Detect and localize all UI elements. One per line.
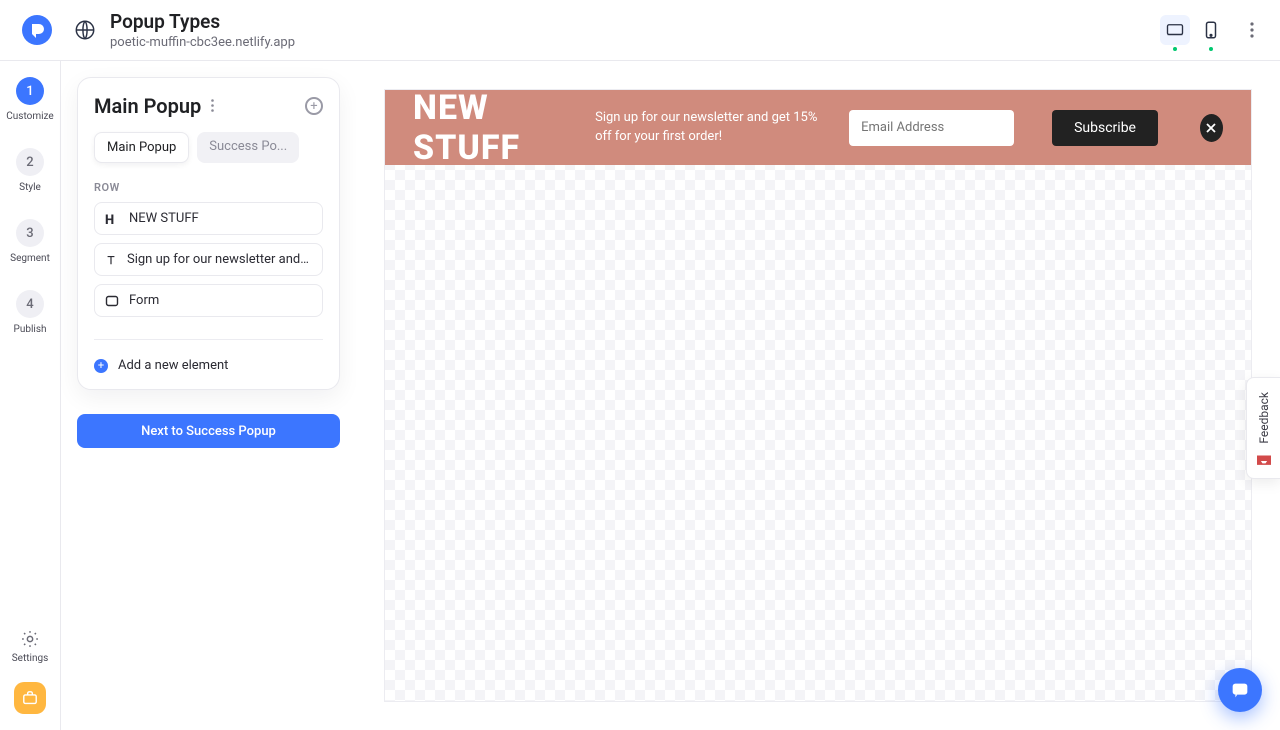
text-icon xyxy=(105,253,117,267)
site-info: Popup Types poetic-muffin-cbc3ee.netlify… xyxy=(74,10,295,50)
close-icon xyxy=(1205,122,1217,134)
email-field[interactable] xyxy=(861,120,1027,135)
logo-icon xyxy=(22,15,52,45)
device-desktop-button[interactable] xyxy=(1160,15,1190,45)
chat-button[interactable] xyxy=(1218,668,1262,712)
element-text[interactable]: Sign up for our newsletter and get 1... xyxy=(94,243,323,276)
rail-step-segment[interactable]: 3 Segment xyxy=(10,219,50,264)
desktop-icon xyxy=(1166,23,1184,37)
rail-step-customize[interactable]: 1 Customize xyxy=(6,77,53,122)
popup-banner[interactable]: NEW STUFF Sign up for our newsletter and… xyxy=(385,90,1251,165)
tab-success-popup[interactable]: Success Po... xyxy=(197,132,299,163)
left-rail: 1 Customize 2 Style 3 Segment 4 Publish … xyxy=(0,61,61,730)
settings-button[interactable]: Settings xyxy=(12,629,49,664)
plus-icon: + xyxy=(310,100,317,113)
section-label-row: ROW xyxy=(94,181,323,194)
editor-panel: Main Popup + Main Popup Success Po... RO… xyxy=(61,61,356,730)
add-element-button[interactable]: + Add a new element xyxy=(94,339,323,373)
topbar-more-button[interactable] xyxy=(1238,16,1266,44)
top-bar: Popup Types poetic-muffin-cbc3ee.netlify… xyxy=(0,0,1280,61)
form-icon xyxy=(105,294,119,308)
subscribe-button[interactable]: Subscribe xyxy=(1052,110,1158,146)
chat-icon xyxy=(1229,679,1251,701)
globe-icon xyxy=(74,19,96,41)
preview-frame: NEW STUFF Sign up for our newsletter and… xyxy=(384,89,1252,702)
next-button[interactable]: Next to Success Popup xyxy=(77,414,340,448)
popup-subtext: Sign up for our newsletter and get 15% o… xyxy=(595,109,825,145)
add-popup-button[interactable]: + xyxy=(305,97,323,115)
device-switcher xyxy=(1160,15,1266,45)
element-heading[interactable]: H NEW STUFF xyxy=(94,202,323,235)
editor-title-more[interactable] xyxy=(211,97,214,116)
rail-step-publish[interactable]: 4 Publish xyxy=(14,290,47,335)
inbox-icon xyxy=(1255,454,1273,468)
popup-tabs: Main Popup Success Po... xyxy=(94,132,323,163)
preview-canvas: NEW STUFF Sign up for our newsletter and… xyxy=(356,61,1280,730)
briefcase-icon xyxy=(22,691,38,705)
briefcase-button[interactable] xyxy=(14,682,46,714)
editor-title: Main Popup xyxy=(94,94,201,118)
tab-main-popup[interactable]: Main Popup xyxy=(94,132,189,163)
popup-close-button[interactable] xyxy=(1200,114,1223,142)
svg-text:H: H xyxy=(105,213,114,226)
popup-headline: NEW STUFF xyxy=(413,89,571,168)
dots-vertical-icon xyxy=(1250,22,1254,38)
app-logo[interactable] xyxy=(14,15,60,45)
dots-vertical-icon xyxy=(211,99,214,112)
feedback-tab[interactable]: Feedback xyxy=(1246,377,1280,479)
gear-icon xyxy=(20,629,40,649)
email-input-wrap[interactable] xyxy=(849,110,1014,146)
rail-step-style[interactable]: 2 Style xyxy=(16,148,44,193)
page-title: Popup Types xyxy=(110,10,295,33)
editor-card: Main Popup + Main Popup Success Po... RO… xyxy=(77,77,340,390)
plus-circle-icon: + xyxy=(94,359,108,373)
device-mobile-button[interactable] xyxy=(1196,15,1226,45)
mobile-icon xyxy=(1205,21,1217,39)
heading-icon: H xyxy=(105,212,119,226)
site-url: poetic-muffin-cbc3ee.netlify.app xyxy=(110,35,295,50)
element-form[interactable]: Form xyxy=(94,284,323,317)
